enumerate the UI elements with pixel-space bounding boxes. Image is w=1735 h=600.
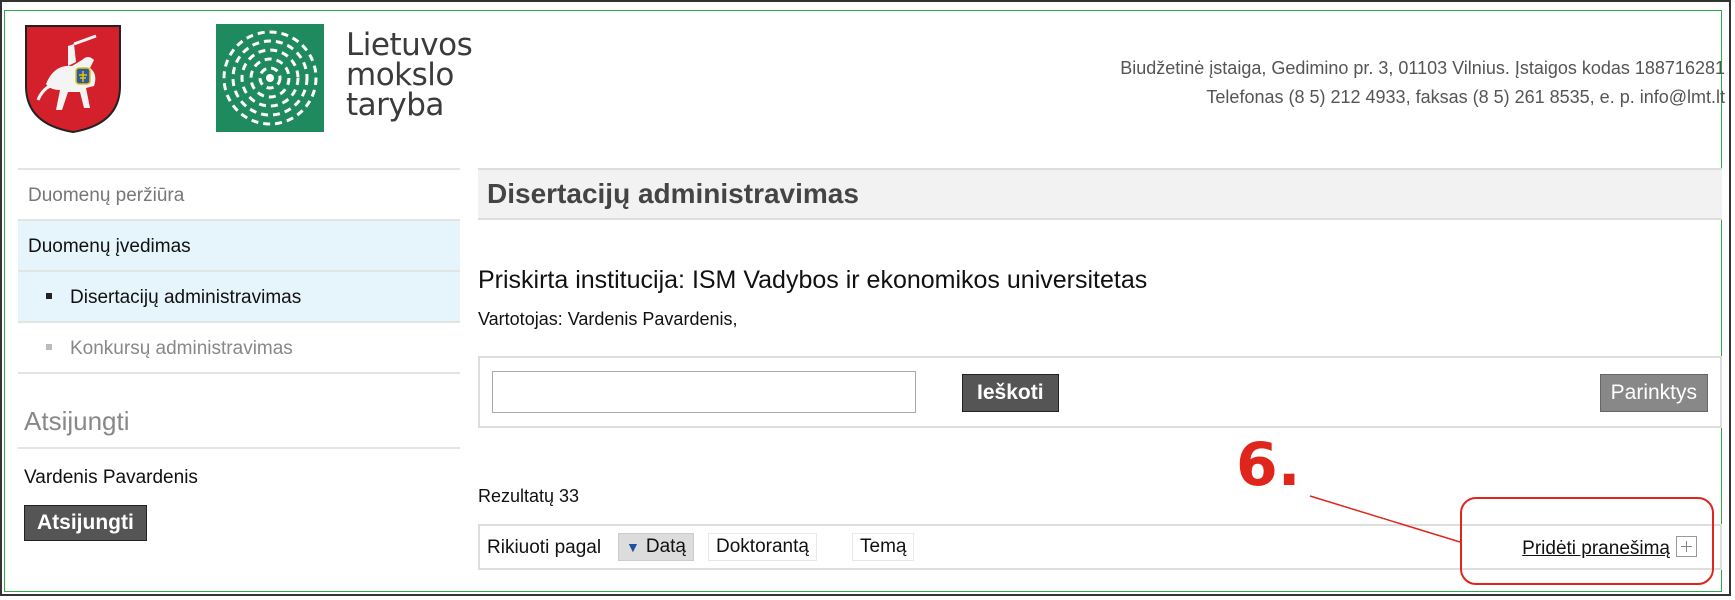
annotation-highlight-box — [1460, 497, 1714, 585]
